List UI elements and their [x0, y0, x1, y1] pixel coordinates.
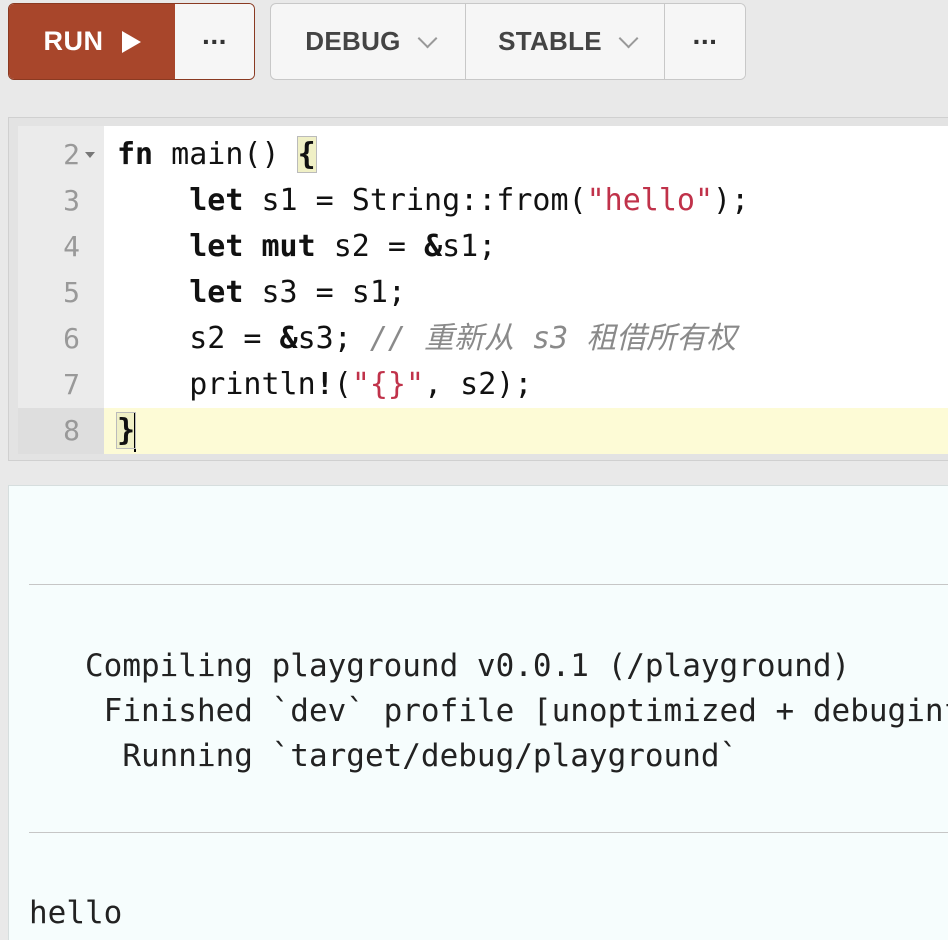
code-token: );: [713, 183, 750, 218]
code-token: s3 = s1;: [243, 275, 406, 310]
line-number: 4: [63, 230, 80, 263]
code-token: s3;: [297, 321, 370, 356]
config-button-group: DEBUG STABLE ···: [270, 3, 746, 80]
build-mode-dropdown[interactable]: DEBUG: [271, 4, 466, 79]
line-number: 7: [63, 368, 80, 401]
code-token: }: [115, 412, 137, 449]
output-divider: [29, 832, 948, 833]
code-line[interactable]: 4 let mut s2 = &s1;: [18, 224, 948, 270]
editor-surface[interactable]: 2 fn main() {3 let s1 = String::from("hel…: [18, 126, 948, 454]
code-line[interactable]: 8}: [18, 408, 948, 454]
code-line[interactable]: 7 println!("{}", s2);: [18, 362, 948, 408]
code-token: s2 =: [315, 229, 425, 264]
code-token: &: [279, 321, 298, 356]
run-button[interactable]: RUN: [9, 4, 175, 79]
run-more-button[interactable]: ···: [175, 4, 254, 79]
code-token: main(): [153, 137, 298, 172]
run-label: RUN: [43, 26, 104, 56]
code-editor[interactable]: 2 fn main() {3 let s1 = String::from("hel…: [8, 117, 948, 461]
code-token: // 重新从 s3 租借所有权: [369, 321, 737, 356]
code-token: !: [315, 367, 334, 402]
build-output-line: Compiling playground v0.0.1 (/playground…: [29, 648, 851, 684]
code-token: (: [333, 367, 352, 402]
code-token: "{}": [351, 367, 425, 402]
run-button-group: RUN ···: [8, 3, 255, 80]
code-line[interactable]: 5 let s3 = s1;: [18, 270, 948, 316]
ellipsis-icon: ···: [202, 25, 228, 57]
code-text: println!("{}", s2);: [117, 362, 532, 408]
line-number: 2: [63, 138, 80, 171]
build-output-line: Running `target/debug/playground`: [29, 738, 739, 774]
code-text: }: [115, 408, 137, 454]
line-number: 5: [63, 276, 80, 309]
code-text: let s1 = String::from("hello");: [117, 178, 749, 224]
code-token: let: [189, 183, 244, 218]
code-line[interactable]: 3 let s1 = String::from("hello");: [18, 178, 948, 224]
config-more-button[interactable]: ···: [665, 4, 745, 79]
build-mode-label: DEBUG: [305, 26, 401, 56]
code-text: fn main() {: [117, 132, 317, 178]
code-token: s1;: [442, 229, 497, 264]
code-token: {: [296, 136, 317, 173]
chevron-down-icon: [618, 28, 639, 48]
code-token: let mut: [189, 229, 316, 264]
play-icon: [121, 30, 141, 53]
code-text: s2 = &s3; // 重新从 s3 租借所有权: [117, 316, 736, 362]
line-number: 6: [63, 322, 80, 355]
code-token: let: [189, 275, 244, 310]
toolbar: RUN ··· DEBUG STABLE ···: [8, 3, 948, 82]
code-token: s1 = String::from(: [243, 183, 587, 218]
text-cursor: [134, 411, 137, 452]
channel-label: STABLE: [498, 26, 602, 56]
code-text: let s3 = s1;: [117, 270, 406, 316]
code-token: fn: [117, 137, 154, 172]
stdout-line: hello: [29, 895, 123, 931]
code-token: println: [117, 367, 316, 402]
output-divider: [29, 584, 948, 585]
line-number: 3: [63, 184, 80, 217]
code-token: , s2);: [424, 367, 533, 402]
code-token: s2 =: [117, 321, 280, 356]
code-token: "hello": [586, 183, 714, 218]
channel-dropdown[interactable]: STABLE: [466, 4, 665, 79]
fold-toggle-icon[interactable]: [85, 152, 95, 158]
chevron-down-icon: [417, 28, 438, 48]
code-line[interactable]: 6 s2 = &s3; // 重新从 s3 租借所有权: [18, 316, 948, 362]
line-number: 8: [63, 414, 80, 447]
code-line[interactable]: 2 fn main() {: [18, 132, 948, 178]
output-panel: Compiling playground v0.0.1 (/playground…: [8, 485, 948, 940]
code-token: &: [424, 229, 443, 264]
build-output-line: Finished `dev` profile [unoptimized + de…: [103, 693, 948, 729]
code-text: let mut s2 = &s1;: [117, 224, 496, 270]
ellipsis-icon: ···: [692, 25, 719, 57]
